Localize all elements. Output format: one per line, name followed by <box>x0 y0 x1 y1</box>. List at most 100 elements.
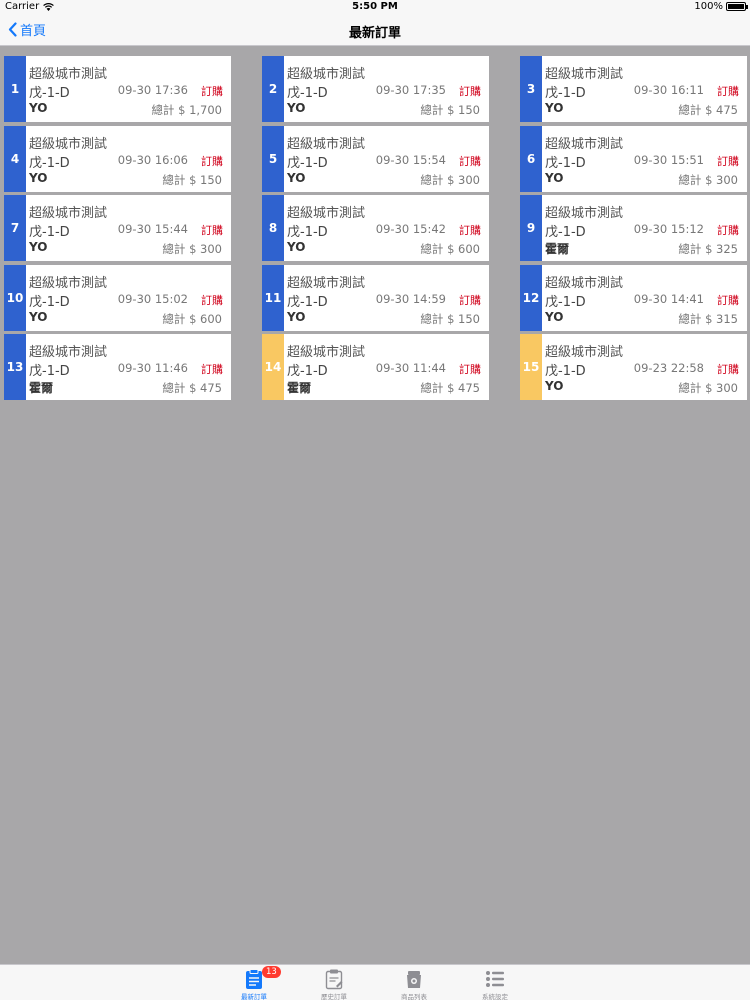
order-time: 09-30 16:11 <box>633 83 704 97</box>
order-time: 09-30 15:42 <box>375 222 446 236</box>
order-card[interactable]: 15 超級城市測試 戊-1-D 09-23 22:58 訂購 YO 總計 $ 300 <box>520 334 747 400</box>
customer-name: YO <box>29 240 48 254</box>
order-card[interactable]: 11 超級城市測試 戊-1-D 09-30 14:59 訂購 YO 總計 $ 150 <box>262 265 489 331</box>
order-card[interactable]: 8 超級城市測試 戊-1-D 09-30 15:42 訂購 YO 總計 $ 600 <box>262 195 489 261</box>
order-card[interactable]: 14 超級城市測試 戊-1-D 09-30 11:44 訂購 霍爾 總計 $ 475 <box>262 334 489 400</box>
order-card[interactable]: 12 超級城市測試 戊-1-D 09-30 14:41 訂購 YO 總計 $ 315 <box>520 265 747 331</box>
page-title: 最新訂單 <box>348 26 401 41</box>
order-card[interactable]: 2 超級城市測試 戊-1-D 09-30 17:35 訂購 YO 總計 $ 150 <box>262 56 489 122</box>
tab-product-list[interactable]: 商品列表 <box>384 965 444 1000</box>
order-total: 總計 $ 150 <box>420 103 480 117</box>
order-card[interactable]: 7 超級城市測試 戊-1-D 09-30 15:44 訂購 YO 總計 $ 300 <box>4 195 231 261</box>
order-number-tag: 12 <box>520 265 542 331</box>
order-number-tag: 10 <box>4 265 26 331</box>
table-label: 戊-1-D <box>287 225 328 240</box>
store-name: 超級城市測試 <box>545 67 624 82</box>
store-name: 超級城市測試 <box>545 276 624 291</box>
tab-bar: 13 最新訂單 歷史訂單 商品列表 系統設定 <box>0 964 750 1000</box>
customer-name: YO <box>287 101 306 115</box>
order-status: 訂購 <box>201 85 223 98</box>
order-time: 09-30 16:06 <box>117 153 188 167</box>
table-label: 戊-1-D <box>287 295 328 310</box>
order-status: 訂購 <box>459 294 481 307</box>
order-status: 訂購 <box>459 85 481 98</box>
order-status: 訂購 <box>459 363 481 376</box>
order-total: 總計 $ 475 <box>420 381 480 395</box>
store-name: 超級城市測試 <box>287 137 366 152</box>
order-time: 09-30 15:54 <box>375 153 446 167</box>
order-status: 訂購 <box>717 85 739 98</box>
customer-name: YO <box>287 310 306 324</box>
order-card[interactable]: 1 超級城市測試 戊-1-D 09-30 17:36 訂購 YO 總計 $ 1,700 <box>4 56 231 122</box>
store-name: 超級城市測試 <box>545 137 624 152</box>
customer-name: YO <box>545 101 564 115</box>
order-card[interactable]: 6 超級城市測試 戊-1-D 09-30 15:51 訂購 YO 總計 $ 300 <box>520 126 747 192</box>
order-card[interactable]: 13 超級城市測試 戊-1-D 09-30 11:46 訂購 霍爾 總計 $ 475 <box>4 334 231 400</box>
table-label: 戊-1-D <box>29 295 70 310</box>
order-total: 總計 $ 300 <box>678 381 738 395</box>
store-name: 超級城市測試 <box>287 345 366 360</box>
tab-history-orders[interactable]: 歷史訂單 <box>304 965 364 1000</box>
customer-name: 霍爾 <box>29 381 54 395</box>
order-status: 訂購 <box>717 294 739 307</box>
battery-percent: 100% <box>694 1 723 12</box>
order-number-tag: 4 <box>4 126 26 192</box>
order-total: 總計 $ 475 <box>678 103 738 117</box>
battery-icon <box>726 2 748 11</box>
store-name: 超級城市測試 <box>29 276 108 291</box>
order-status: 訂購 <box>459 224 481 237</box>
tab-system-settings[interactable]: 系統設定 <box>465 965 525 1000</box>
store-name: 超級城市測試 <box>287 206 366 221</box>
order-number-tag: 9 <box>520 195 542 261</box>
order-status: 訂購 <box>201 294 223 307</box>
table-label: 戊-1-D <box>287 86 328 101</box>
order-time: 09-23 22:58 <box>633 361 704 375</box>
order-status: 訂購 <box>459 155 481 168</box>
store-name: 超級城市測試 <box>545 345 624 360</box>
order-card[interactable]: 3 超級城市測試 戊-1-D 09-30 16:11 訂購 YO 總計 $ 475 <box>520 56 747 122</box>
tab-label: 商品列表 <box>401 993 427 1000</box>
order-number-tag: 8 <box>262 195 284 261</box>
order-status: 訂購 <box>201 363 223 376</box>
store-name: 超級城市測試 <box>545 206 624 221</box>
order-status: 訂購 <box>201 224 223 237</box>
customer-name: YO <box>545 379 564 393</box>
tab-label: 最新訂單 <box>241 993 267 1000</box>
order-total: 總計 $ 300 <box>678 173 738 187</box>
navigation-bar: 首頁 最新訂單 <box>0 14 750 46</box>
table-label: 戊-1-D <box>545 364 586 379</box>
order-total: 總計 $ 600 <box>162 312 222 326</box>
store-name: 超級城市測試 <box>29 206 108 221</box>
table-label: 戊-1-D <box>29 156 70 171</box>
table-label: 戊-1-D <box>287 364 328 379</box>
customer-name: YO <box>545 171 564 185</box>
order-number-tag: 11 <box>262 265 284 331</box>
customer-name: YO <box>29 101 48 115</box>
order-card[interactable]: 4 超級城市測試 戊-1-D 09-30 16:06 訂購 YO 總計 $ 150 <box>4 126 231 192</box>
list-icon <box>486 971 504 987</box>
store-name: 超級城市測試 <box>29 345 108 360</box>
order-number-tag: 6 <box>520 126 542 192</box>
order-number-tag: 3 <box>520 56 542 122</box>
order-total: 總計 $ 315 <box>678 312 738 326</box>
tab-label: 歷史訂單 <box>321 993 347 1000</box>
order-card[interactable]: 5 超級城市測試 戊-1-D 09-30 15:54 訂購 YO 總計 $ 300 <box>262 126 489 192</box>
store-name: 超級城市測試 <box>287 276 366 291</box>
order-card[interactable]: 10 超級城市測試 戊-1-D 09-30 15:02 訂購 YO 總計 $ 600 <box>4 265 231 331</box>
order-status: 訂購 <box>717 224 739 237</box>
table-label: 戊-1-D <box>545 295 586 310</box>
order-count-badge: 13 <box>262 966 281 978</box>
order-number-tag: 13 <box>4 334 26 400</box>
tab-latest-orders[interactable]: 13 最新訂單 <box>224 965 284 1000</box>
order-status: 訂購 <box>717 363 739 376</box>
order-card[interactable]: 9 超級城市測試 戊-1-D 09-30 15:12 訂購 霍爾 總計 $ 325 <box>520 195 747 261</box>
order-time: 09-30 11:46 <box>117 361 188 375</box>
status-bar: Carrier 5:50 PM 100% <box>0 0 750 14</box>
order-time: 09-30 14:41 <box>633 292 704 306</box>
table-label: 戊-1-D <box>287 156 328 171</box>
customer-name: 霍爾 <box>287 381 312 395</box>
customer-name: YO <box>29 310 48 324</box>
order-number-tag: 5 <box>262 126 284 192</box>
order-time: 09-30 11:44 <box>375 361 446 375</box>
order-status: 訂購 <box>201 155 223 168</box>
